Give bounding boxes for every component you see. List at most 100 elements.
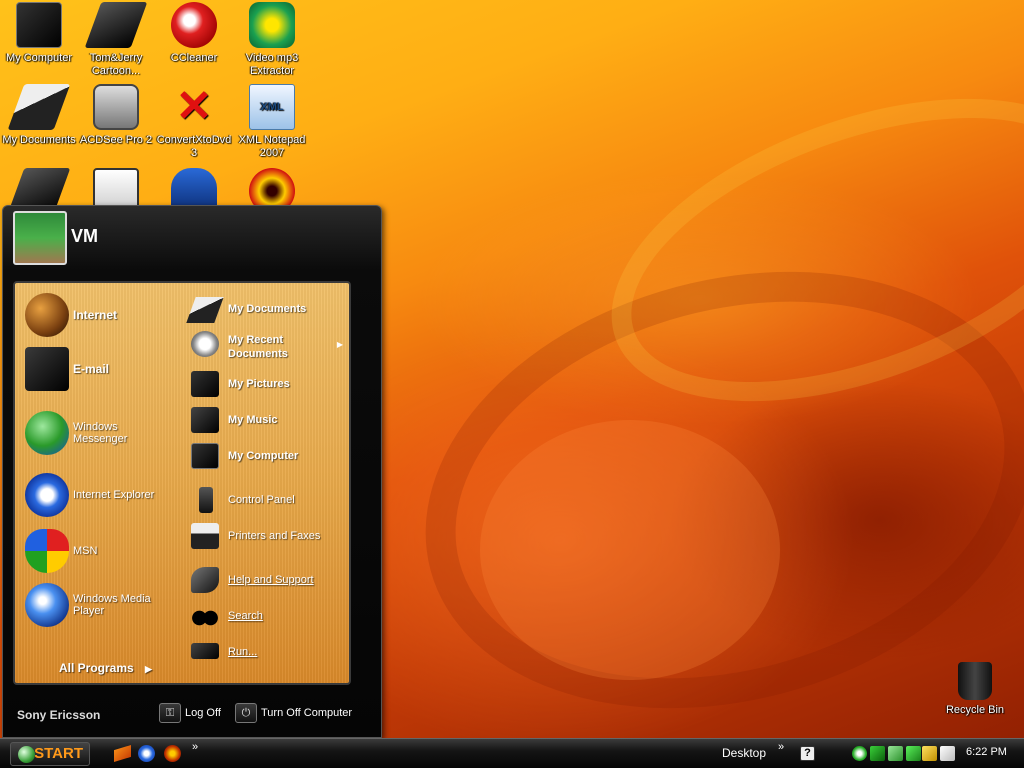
tray-app-icon[interactable] bbox=[852, 746, 867, 761]
music-icon bbox=[191, 407, 219, 433]
menu-item-label: My Documents bbox=[228, 303, 307, 315]
turn-off-button[interactable]: ⏻ Turn Off Computer bbox=[235, 703, 352, 725]
wallpaper-swirl bbox=[571, 38, 1024, 462]
power-icon: ⏻ bbox=[235, 703, 257, 723]
menu-item-my-computer[interactable]: My Computer bbox=[187, 441, 345, 471]
desktop-icon-ccleaner[interactable]: CCleaner bbox=[155, 2, 233, 65]
globe-icon bbox=[25, 293, 69, 337]
tray-security-icon[interactable] bbox=[906, 746, 921, 761]
menu-item-label: My Recent Documents bbox=[228, 334, 288, 360]
desktop-toolbar-label[interactable]: Desktop bbox=[722, 746, 766, 760]
user-avatar[interactable] bbox=[13, 211, 67, 265]
clock[interactable]: 6:22 PM bbox=[966, 746, 1007, 758]
menu-item-windows-messenger[interactable]: Windows Messenger bbox=[23, 411, 181, 455]
user-name: VM bbox=[71, 226, 98, 246]
media-player-icon bbox=[25, 583, 69, 627]
menu-item-label: My Computer bbox=[228, 450, 299, 462]
tray-network-icon[interactable] bbox=[870, 746, 885, 761]
menu-item-msn[interactable]: MSN bbox=[23, 529, 181, 573]
all-programs-button[interactable]: All Programs ▶ bbox=[59, 661, 152, 675]
quick-launch-ie-icon[interactable] bbox=[138, 745, 155, 762]
menu-item-label: MSN bbox=[73, 545, 98, 557]
convertx-icon: ✕ bbox=[175, 82, 213, 131]
desktop-icon-my-documents[interactable]: My Documents bbox=[0, 84, 78, 147]
desktop-icon-label: Video mp3 Extractor bbox=[245, 52, 299, 77]
desktop-icon-convertx[interactable]: ✕ ConvertXtoDvd 3 bbox=[155, 84, 233, 160]
menu-item-windows-media-player[interactable]: Windows Media Player bbox=[23, 583, 181, 627]
arrow-right-icon: ▶ bbox=[145, 664, 152, 674]
log-off-label: Log Off bbox=[185, 707, 221, 719]
documents-icon bbox=[186, 297, 224, 323]
menu-item-search[interactable]: Search bbox=[187, 601, 345, 631]
log-off-button[interactable]: ⚿ Log Off bbox=[159, 703, 221, 725]
menu-item-label: Internet Explorer bbox=[73, 489, 155, 501]
desktop-icon-label: My Documents bbox=[2, 134, 76, 146]
tray-volume-icon[interactable] bbox=[922, 746, 937, 761]
desktop-icon-tom-jerry[interactable]: Tom&Jerry Cartoon... bbox=[77, 2, 155, 78]
menu-item-my-music[interactable]: My Music bbox=[187, 405, 345, 435]
all-programs-label: All Programs bbox=[59, 661, 134, 675]
msn-icon bbox=[25, 529, 69, 573]
mail-icon bbox=[25, 347, 69, 391]
menu-item-internet-explorer[interactable]: Internet Explorer bbox=[23, 473, 181, 517]
menu-item-my-recent-documents[interactable]: My Recent Documents ▶ bbox=[187, 327, 345, 363]
menu-item-my-documents[interactable]: My Documents bbox=[186, 295, 345, 323]
tray-wand-icon[interactable] bbox=[940, 746, 955, 761]
help-icon[interactable]: ? bbox=[800, 746, 815, 761]
search-icon bbox=[191, 605, 219, 631]
ie-icon bbox=[25, 473, 69, 517]
brand-label: Sony Ericsson bbox=[17, 708, 101, 722]
menu-item-my-pictures[interactable]: My Pictures bbox=[187, 369, 345, 399]
menu-item-label: Control Panel bbox=[228, 494, 295, 506]
menu-item-label: Windows Messenger bbox=[73, 421, 128, 445]
windows-orb-icon bbox=[18, 746, 35, 763]
menu-item-label: Run... bbox=[228, 646, 258, 658]
desktop-icon-video-mp3-extractor[interactable]: Video mp3 Extractor bbox=[233, 2, 311, 78]
menu-item-label: Internet bbox=[73, 308, 118, 322]
desktop-icon-label: Tom&Jerry Cartoon... bbox=[89, 52, 143, 77]
pictures-icon bbox=[191, 371, 219, 397]
menu-item-label: Search bbox=[228, 610, 263, 622]
help-icon bbox=[191, 567, 219, 593]
computer-icon bbox=[16, 2, 62, 48]
menu-item-internet[interactable]: Internet bbox=[23, 293, 181, 337]
quick-launch-chevron[interactable]: » bbox=[192, 741, 198, 753]
folder-icon bbox=[84, 2, 148, 48]
menu-item-help-support[interactable]: Help and Support bbox=[187, 565, 345, 595]
desktop-icon-acdsee[interactable]: ACDSee Pro 2 bbox=[77, 84, 155, 147]
run-icon bbox=[191, 643, 219, 659]
menu-item-control-panel[interactable]: Control Panel bbox=[187, 485, 345, 515]
quick-launch-media-icon[interactable] bbox=[164, 745, 181, 762]
menu-item-email[interactable]: E-mail bbox=[23, 347, 181, 391]
desktop-icon-my-computer[interactable]: My Computer bbox=[0, 2, 78, 65]
desktop-icon-label: ACDSee Pro 2 bbox=[79, 134, 153, 146]
printer-icon bbox=[191, 523, 219, 549]
wallpaper-swirl bbox=[480, 420, 780, 680]
menu-item-run[interactable]: Run... bbox=[187, 637, 345, 667]
quick-launch-desktop-icon[interactable] bbox=[114, 745, 131, 762]
recent-docs-icon bbox=[191, 331, 219, 357]
start-label: START bbox=[34, 745, 83, 762]
desktop-icon-label: Recycle Bin bbox=[945, 704, 1005, 716]
key-icon: ⚿ bbox=[159, 703, 181, 723]
wallpaper-swirl bbox=[376, 206, 1024, 768]
menu-item-printers-faxes[interactable]: Printers and Faxes bbox=[187, 521, 345, 551]
documents-icon bbox=[7, 84, 71, 130]
start-menu-body: Internet E-mail Windows Messenger Intern… bbox=[13, 281, 351, 685]
arrow-right-icon: ▶ bbox=[336, 340, 343, 349]
desktop-icon-label: My Computer bbox=[5, 52, 73, 64]
desktop-icon-xml-notepad[interactable]: XML XML Notepad 2007 bbox=[233, 84, 311, 160]
menu-item-label: My Pictures bbox=[228, 378, 290, 390]
desktop-icon-label: ConvertXtoDvd 3 bbox=[156, 134, 232, 159]
control-panel-icon bbox=[199, 487, 213, 513]
start-menu-header: VM bbox=[3, 206, 381, 272]
toolbar-chevron[interactable]: » bbox=[778, 741, 784, 753]
start-button[interactable]: START bbox=[10, 742, 90, 766]
computer-icon bbox=[191, 443, 219, 469]
desktop-icon-label: XML Notepad 2007 bbox=[238, 134, 306, 159]
menu-item-label: Printers and Faxes bbox=[228, 530, 321, 542]
mp3-extractor-icon bbox=[249, 2, 295, 48]
desktop-icon-label: CCleaner bbox=[170, 52, 218, 64]
desktop-icon-recycle-bin[interactable]: Recycle Bin bbox=[936, 662, 1014, 717]
tray-update-icon[interactable] bbox=[888, 746, 903, 761]
